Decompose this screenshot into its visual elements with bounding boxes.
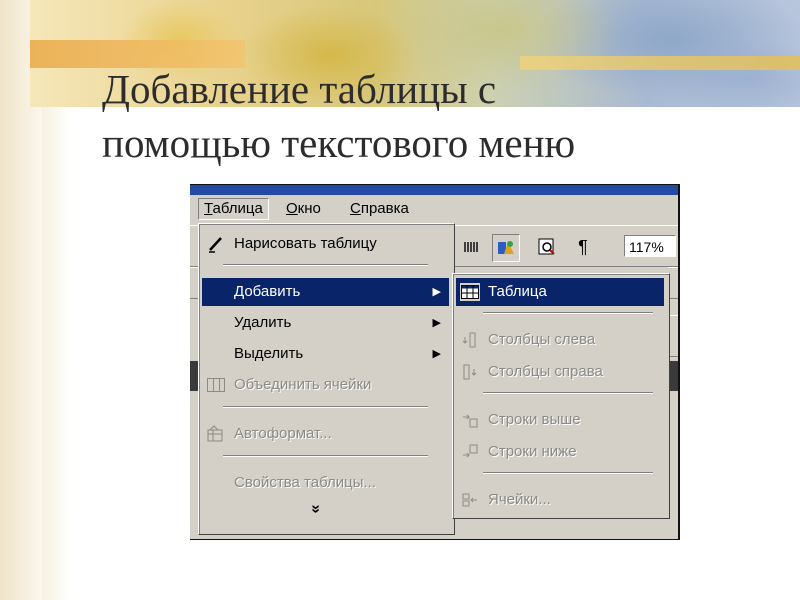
menu-separator <box>223 406 428 408</box>
columns-icon[interactable] <box>458 234 484 260</box>
submenu-item-columns-right[interactable]: Столбцы справа <box>456 358 664 386</box>
menu-table[interactable]: Таблица <box>198 198 269 220</box>
show-formatting-icon[interactable]: ¶ <box>570 234 596 260</box>
menu-help[interactable]: Справка <box>346 199 413 219</box>
submenu-arrow-icon: ▶ <box>432 286 441 298</box>
menu-separator <box>223 264 428 266</box>
menu-item-label: Строки выше <box>488 411 581 428</box>
slide-title-line-2: помощью текстового меню <box>102 120 576 166</box>
zoom-combobox[interactable]: 117% <box>624 235 676 257</box>
expand-menu-chevron-icon[interactable]: » <box>306 505 324 514</box>
menu-item-label: Объединить ячейки <box>234 376 372 393</box>
menu-window-label: кно <box>297 200 321 217</box>
menu-bar: Таблица Окно Справка <box>190 195 678 223</box>
submenu-item-cells[interactable]: Ячейки... <box>456 486 664 514</box>
add-submenu: Таблица Столбцы слева Столбцы справа Стр… <box>452 273 670 519</box>
menu-item-autoformat[interactable]: Автоформат... <box>202 420 449 448</box>
slide-title-line-1: Добавление таблицы с <box>102 66 497 112</box>
submenu-item-columns-left[interactable]: Столбцы слева <box>456 326 664 354</box>
menu-item-label: Свойства таблицы... <box>234 474 377 491</box>
menu-item-label: Автоформат... <box>234 425 332 442</box>
menu-item-label: Нарисовать таблицу <box>234 235 377 252</box>
menu-item-label: Ячейки... <box>488 491 551 508</box>
submenu-arrow-icon: ▶ <box>432 348 441 360</box>
menu-item-label: Таблица <box>488 283 547 300</box>
menu-separator <box>223 455 428 457</box>
menu-item-label: Добавить <box>234 283 301 300</box>
menu-window[interactable]: Окно <box>282 199 325 219</box>
merge-cells-icon <box>206 376 226 394</box>
menu-item-delete[interactable]: Удалить ▶ <box>202 309 449 337</box>
document-map-icon[interactable] <box>534 234 560 260</box>
menu-help-accel: С <box>350 200 361 217</box>
columns-right-icon <box>460 363 480 381</box>
standard-toolbar: ¶ 117% <box>452 225 678 267</box>
menu-item-table-properties[interactable]: Свойства таблицы... <box>202 469 449 497</box>
table-menu: Нарисовать таблицу Добавить ▶ Удалить ▶ … <box>198 223 455 535</box>
rows-below-icon <box>460 443 480 461</box>
menu-item-label: Удалить <box>234 314 292 331</box>
slide-title: Добавление таблицы с помощью текстового … <box>102 62 762 170</box>
pencil-icon <box>206 235 226 253</box>
submenu-item-rows-below[interactable]: Строки ниже <box>456 438 664 466</box>
submenu-item-table[interactable]: Таблица <box>456 278 664 306</box>
menu-item-select[interactable]: Выделить ▶ <box>202 340 449 368</box>
autoformat-icon <box>206 425 226 443</box>
menu-table-accel: Т <box>204 200 213 217</box>
menu-item-label: Столбцы слева <box>488 331 596 348</box>
drawing-icon[interactable] <box>492 234 520 262</box>
submenu-arrow-icon: ▶ <box>432 317 441 329</box>
menu-item-label: Столбцы справа <box>488 363 603 380</box>
menu-separator <box>483 312 653 314</box>
menu-item-merge-cells[interactable]: Объединить ячейки <box>202 371 449 399</box>
table-icon <box>460 283 480 301</box>
submenu-item-rows-above[interactable]: Строки выше <box>456 406 664 434</box>
menu-item-add[interactable]: Добавить ▶ <box>202 278 449 306</box>
menu-help-label: правка <box>360 200 409 217</box>
menu-separator <box>483 472 653 474</box>
columns-left-icon <box>460 331 480 349</box>
menu-item-label: Выделить <box>234 345 304 362</box>
window-title-bar <box>190 185 678 195</box>
menu-window-accel: О <box>286 200 298 217</box>
cells-icon <box>460 491 480 509</box>
menu-table-label: аблица <box>212 200 263 217</box>
menu-separator <box>483 392 653 394</box>
rows-above-icon <box>460 411 480 429</box>
word-screenshot: Таблица Окно Справка ¶ 117% Нарисовать т… <box>190 184 680 540</box>
menu-item-draw-table[interactable]: Нарисовать таблицу <box>202 230 449 258</box>
menu-item-label: Строки ниже <box>488 443 577 460</box>
